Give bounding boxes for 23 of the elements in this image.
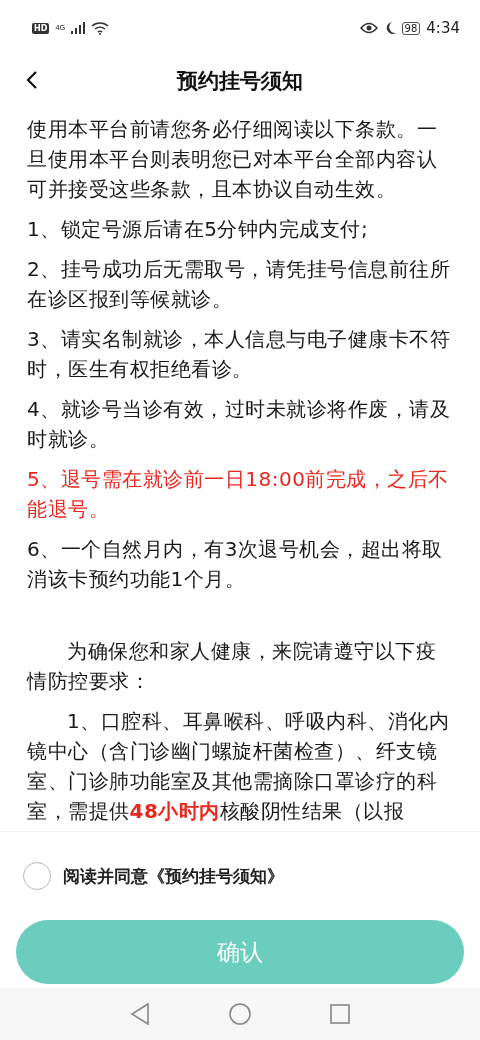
paragraph: 1、口腔科、耳鼻喉科、呼吸内科、消化内镜中心（含门诊幽门螺旋杆菌检查）、纤支镜室、门诊肺功能室及其他需摘除口罩诊疗的科室，需提供48小时内核酸阴性结果（以报 <box>27 708 451 825</box>
paragraph: 6、一个自然月内，有3次退号机会，超出将取消该卡预约功能1个月。 <box>27 536 444 593</box>
warning-paragraph: 5、退号需在就诊前一日18:00前完成，之后不能退号。 <box>27 466 450 523</box>
home-nav-icon[interactable] <box>229 1003 251 1025</box>
signal-icon <box>71 22 86 34</box>
eye-icon <box>359 22 378 34</box>
agree-radio[interactable] <box>23 862 51 890</box>
paragraph: 使用本平台前请您务必仔细阅读以下条款。一旦使用本平台则表明您已对本平台全部内容认可并接受这些条款，且本协议自动生效。 <box>27 116 438 203</box>
confirm-button[interactable]: 确认 <box>16 920 464 984</box>
paragraph: 3、请实名制就诊，本人信息与电子健康卡不符时，医生有权拒绝看诊。 <box>27 326 452 383</box>
paragraph: 1、锁定号源后请在5分钟内完成支付; <box>27 216 370 243</box>
wifi-icon <box>91 21 110 35</box>
battery-level: 98 <box>401 21 421 35</box>
back-nav-icon[interactable] <box>129 1003 150 1025</box>
paragraph: 2、挂号成功后无需取号，请凭挂号信息前往所在诊区报到等候就诊。 <box>27 256 452 313</box>
chevron-left-icon <box>26 70 38 90</box>
agree-label: 阅读并同意《预约挂号须知》 <box>63 864 284 888</box>
hd-badge: HD <box>32 22 50 34</box>
paragraph: 4、就诊号当诊有效，过时未就诊将作废，请及时就诊。 <box>27 396 452 453</box>
clock-time: 4:34 <box>426 19 460 37</box>
paragraph: 为确保您和家人健康，来院请遵守以下疫情防控要求： <box>27 638 437 695</box>
recents-nav-icon[interactable] <box>330 1004 351 1024</box>
page-title: 预约挂号须知 <box>177 68 303 95</box>
